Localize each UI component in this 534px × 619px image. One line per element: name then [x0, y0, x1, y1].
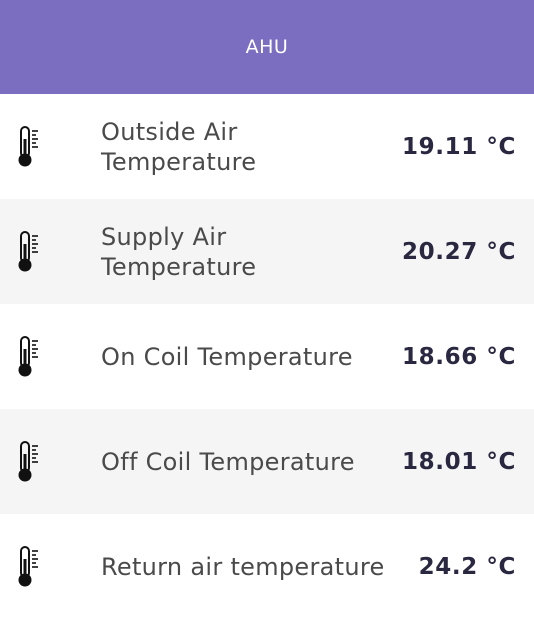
sensor-label: Off Coil Temperature [101, 447, 355, 476]
sensor-label: Return air temperature [101, 552, 385, 581]
sensor-row-off-coil-temperature[interactable]: Off Coil Temperature 18.01 °C [0, 409, 534, 514]
thermometer-icon [16, 335, 42, 379]
page-title: AHU [245, 36, 289, 58]
sensor-label: Outside Air Temperature [101, 117, 257, 176]
sensor-row-on-coil-temperature[interactable]: On Coil Temperature 18.66 °C [0, 304, 534, 409]
sensor-row-return-air-temperature[interactable]: Return air temperature 24.2 °C [0, 514, 534, 619]
thermometer-icon [16, 440, 42, 484]
sensor-list: Outside Air Temperature 19.11 °C Supply … [0, 94, 534, 619]
sensor-value: 18.66 °C [402, 343, 516, 370]
thermometer-icon [16, 125, 42, 169]
sensor-label: On Coil Temperature [101, 342, 353, 371]
sensor-value: 24.2 °C [418, 553, 516, 580]
thermometer-icon [16, 545, 42, 589]
sensor-value: 18.01 °C [402, 448, 516, 475]
sensor-value: 19.11 °C [402, 133, 516, 160]
sensor-value: 20.27 °C [402, 238, 516, 265]
thermometer-icon [16, 230, 42, 274]
sensor-row-supply-air-temperature[interactable]: Supply Air Temperature 20.27 °C [0, 199, 534, 304]
sensor-label: Supply Air Temperature [101, 222, 257, 281]
sensor-row-outside-air-temperature[interactable]: Outside Air Temperature 19.11 °C [0, 94, 534, 199]
app-header: AHU [0, 0, 534, 94]
